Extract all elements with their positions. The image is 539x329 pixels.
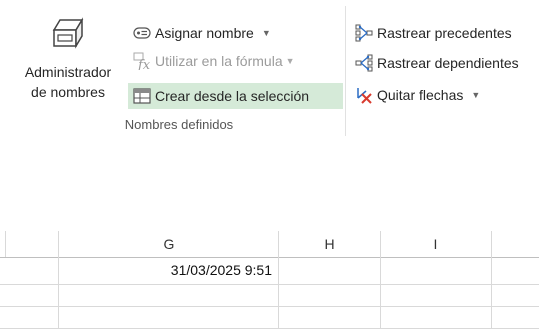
- column-header-i[interactable]: I: [380, 231, 491, 258]
- gridline: [0, 306, 539, 307]
- create-from-selection-icon: [133, 88, 151, 104]
- trace-precedents-label: Rastrear precedentes: [377, 25, 512, 41]
- defined-names-group-label: Nombres definidos: [124, 117, 234, 132]
- ribbon: Administrador de nombres Asignar nombre …: [0, 0, 539, 144]
- define-name-label: Asignar nombre: [155, 25, 254, 41]
- gridline: [58, 231, 59, 329]
- create-from-selection-button[interactable]: Crear desde la selección: [128, 83, 343, 109]
- trace-dependents-icon: [355, 54, 373, 72]
- name-manager-icon: [52, 17, 84, 49]
- svg-text:fx: fx: [137, 58, 151, 70]
- name-manager-button[interactable]: Administrador de nombres: [10, 16, 126, 116]
- group-separator: [345, 6, 346, 136]
- chevron-down-icon: ▼: [261, 28, 271, 38]
- column-header-partial[interactable]: [0, 231, 59, 258]
- column-header-h[interactable]: H: [279, 231, 380, 258]
- trace-dependents-button[interactable]: Rastrear dependientes: [355, 52, 519, 74]
- cell-g-datetime[interactable]: 31/03/2025 9:51: [60, 262, 272, 278]
- gridline: [380, 231, 381, 329]
- column-header-g[interactable]: G: [59, 231, 279, 258]
- gridline: [278, 231, 279, 329]
- remove-arrows-icon: [357, 88, 372, 104]
- trace-dependents-label: Rastrear dependientes: [377, 55, 519, 71]
- name-manager-label-2: de nombres: [31, 84, 105, 100]
- chevron-down-icon: ▼: [471, 90, 481, 100]
- create-from-selection-label: Crear desde la selección: [155, 88, 310, 104]
- gridline: [0, 284, 539, 285]
- define-name-icon: [133, 27, 151, 39]
- gridline: [5, 231, 6, 257]
- use-in-formula-label: Utilizar en la fórmula: [155, 53, 283, 69]
- column-header-partial-right[interactable]: [491, 231, 539, 258]
- remove-arrows-button[interactable]: Quitar flechas ▼: [355, 84, 480, 106]
- chevron-down-icon: ▼: [285, 56, 295, 66]
- trace-precedents-button[interactable]: Rastrear precedentes: [355, 22, 512, 44]
- use-in-formula-button[interactable]: fx Utilizar en la fórmula ▼: [133, 50, 295, 72]
- remove-arrows-label: Quitar flechas: [377, 87, 464, 103]
- define-name-button[interactable]: Asignar nombre ▼: [133, 22, 271, 44]
- function-icon: fx: [133, 52, 151, 70]
- name-manager-label-1: Administrador: [24, 64, 112, 80]
- gridline: [491, 231, 492, 329]
- trace-precedents-icon: [355, 24, 373, 42]
